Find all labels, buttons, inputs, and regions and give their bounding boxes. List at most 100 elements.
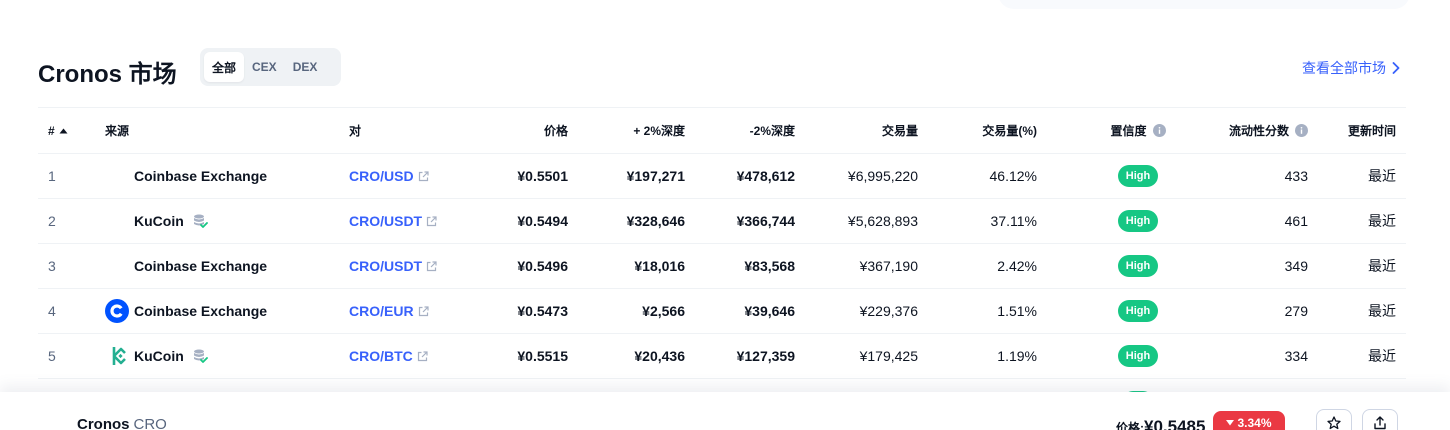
confidence-badge: High [1117,255,1159,277]
col-volume[interactable]: 交易量 [818,108,918,153]
volume-pct-cell: 37.11% [990,213,1037,229]
row-num: 3 [48,258,56,274]
price-value: ¥0.5485 [1144,417,1206,430]
row-num: 2 [48,213,56,229]
price-label: 价格: [1116,421,1144,430]
col-source: 来源 [105,124,130,138]
sticky-price-bar: Cronos CRO 价格: ¥0.5485 3.34% [0,392,1450,430]
kucoin-logo-icon [112,347,126,365]
pair-link[interactable]: CRO/USD [349,154,469,198]
depth-minus-cell: ¥366,744 [736,213,795,229]
external-link-icon [427,260,437,271]
external-link-icon [418,170,429,181]
col-liquidity-label: 流动性分数 [1228,124,1289,138]
markets-table: # 来源 对 价格 + 2%深度 -2%深度 交易量 交易量(%) 置信度 流动… [38,107,1406,397]
watchlist-button[interactable] [1316,409,1352,430]
col-confidence[interactable]: 置信度 [1078,108,1198,153]
depth-plus-cell: ¥20,436 [634,348,685,364]
caret-down-icon [1226,420,1235,426]
share-button[interactable] [1362,409,1398,430]
col-volume-pct[interactable]: 交易量(%) [937,108,1037,153]
col-liquidity[interactable]: 流动性分数 [1188,108,1308,153]
depth-minus-cell: ¥127,359 [736,348,795,364]
price-change-badge: 3.34% [1213,411,1285,430]
updated-cell: 最近 [1368,258,1396,274]
confidence-cell: High [1078,154,1198,198]
volume-cell: ¥5,628,893 [847,213,918,229]
info-circle-icon[interactable] [1152,124,1166,137]
col-price[interactable]: 价格 [468,108,568,153]
pair-label: CRO/USDT [349,258,423,274]
share-icon [1374,416,1386,430]
confidence-cell: High [1078,244,1198,288]
table-row: 2 KuCoin CRO/USDT ¥0.5494 ¥328,646 ¥366,… [38,199,1406,244]
col-depth-plus[interactable]: + 2%深度 [585,108,685,153]
exchange-name: Coinbase Exchange [134,168,268,184]
exchange-source[interactable]: Coinbase Exchange [105,244,335,288]
col-num-label: # [48,123,55,138]
exchange-source[interactable]: Coinbase Exchange [105,289,335,333]
coin-name: Cronos CRO [77,416,167,430]
pair-label: CRO/BTC [349,348,413,364]
price-cell: ¥0.5494 [517,213,568,229]
database-check-icon[interactable] [192,213,208,229]
page-title: Cronos 市场 [38,61,177,88]
depth-minus-cell: ¥83,568 [744,258,795,274]
exchange-name: Coinbase Exchange [134,303,268,319]
confidence-cell: High [1078,199,1198,243]
exchange-source[interactable]: Coinbase Exchange [105,154,335,198]
price-cell: ¥0.5501 [517,168,568,184]
pair-label: CRO/USDT [349,213,423,229]
pair-link[interactable]: CRO/USDT [349,244,469,288]
table-row: 1 Coinbase Exchange CRO/USD ¥0.5501 ¥197… [38,154,1406,199]
depth-plus-cell: ¥328,646 [626,213,685,229]
pair-link[interactable]: CRO/USDT [349,199,469,243]
tab-all[interactable]: 全部 [204,52,245,82]
coin-price: 价格: ¥0.5485 [1116,417,1205,430]
price-cell: ¥0.5515 [517,348,568,364]
exchange-source[interactable]: KuCoin [105,334,335,378]
row-num: 4 [48,303,56,319]
market-type-filter: 全部 CEX DEX [200,48,341,86]
updated-cell: 最近 [1368,213,1396,229]
volume-cell: ¥229,376 [859,303,918,319]
depth-plus-cell: ¥18,016 [634,258,685,274]
price-cell: ¥0.5473 [517,303,568,319]
price-cell: ¥0.5496 [517,258,568,274]
view-all-markets-link[interactable]: 查看全部市场 [1302,58,1400,78]
pair-link[interactable]: CRO/BTC [349,334,469,378]
exchange-source[interactable]: KuCoin [105,199,335,243]
row-num: 1 [48,168,56,184]
coin-name-label: Cronos [77,416,130,430]
col-depth-minus[interactable]: -2%深度 [695,108,795,153]
table-row: 3 Coinbase Exchange CRO/USDT ¥0.5496 ¥18… [38,244,1406,289]
tab-cex[interactable]: CEX [244,52,285,82]
updated-cell: 最近 [1368,303,1396,319]
depth-minus-cell: ¥478,612 [736,168,795,184]
confidence-badge: High [1117,210,1159,232]
caret-up-icon [59,128,68,133]
top-card-edge [998,0,1410,9]
price-change-value: 3.34% [1237,416,1272,430]
updated-cell: 最近 [1368,348,1396,364]
table-header-row: # 来源 对 价格 + 2%深度 -2%深度 交易量 交易量(%) 置信度 流动… [38,108,1406,154]
tab-dex[interactable]: DEX [285,52,326,82]
exchange-name: Coinbase Exchange [134,258,268,274]
col-num[interactable]: # [48,108,88,153]
liquidity-cell: 433 [1284,168,1308,184]
confidence-badge: High [1117,345,1159,367]
col-confidence-label: 置信度 [1110,124,1147,138]
database-check-icon[interactable] [192,348,208,364]
confidence-cell: High [1078,334,1198,378]
depth-plus-cell: ¥197,271 [626,168,685,184]
pair-link[interactable]: CRO/EUR [349,289,469,333]
pair-label: CRO/USD [349,168,414,184]
liquidity-cell: 279 [1284,303,1308,319]
volume-pct-cell: 1.19% [997,348,1037,364]
exchange-name: KuCoin [134,213,184,229]
col-updated[interactable]: 更新时间 [1296,108,1396,153]
chevron-right-icon [1392,62,1400,74]
coinbase-logo-icon [105,299,129,323]
coin-symbol: CRO [133,416,167,430]
star-icon [1327,416,1341,430]
